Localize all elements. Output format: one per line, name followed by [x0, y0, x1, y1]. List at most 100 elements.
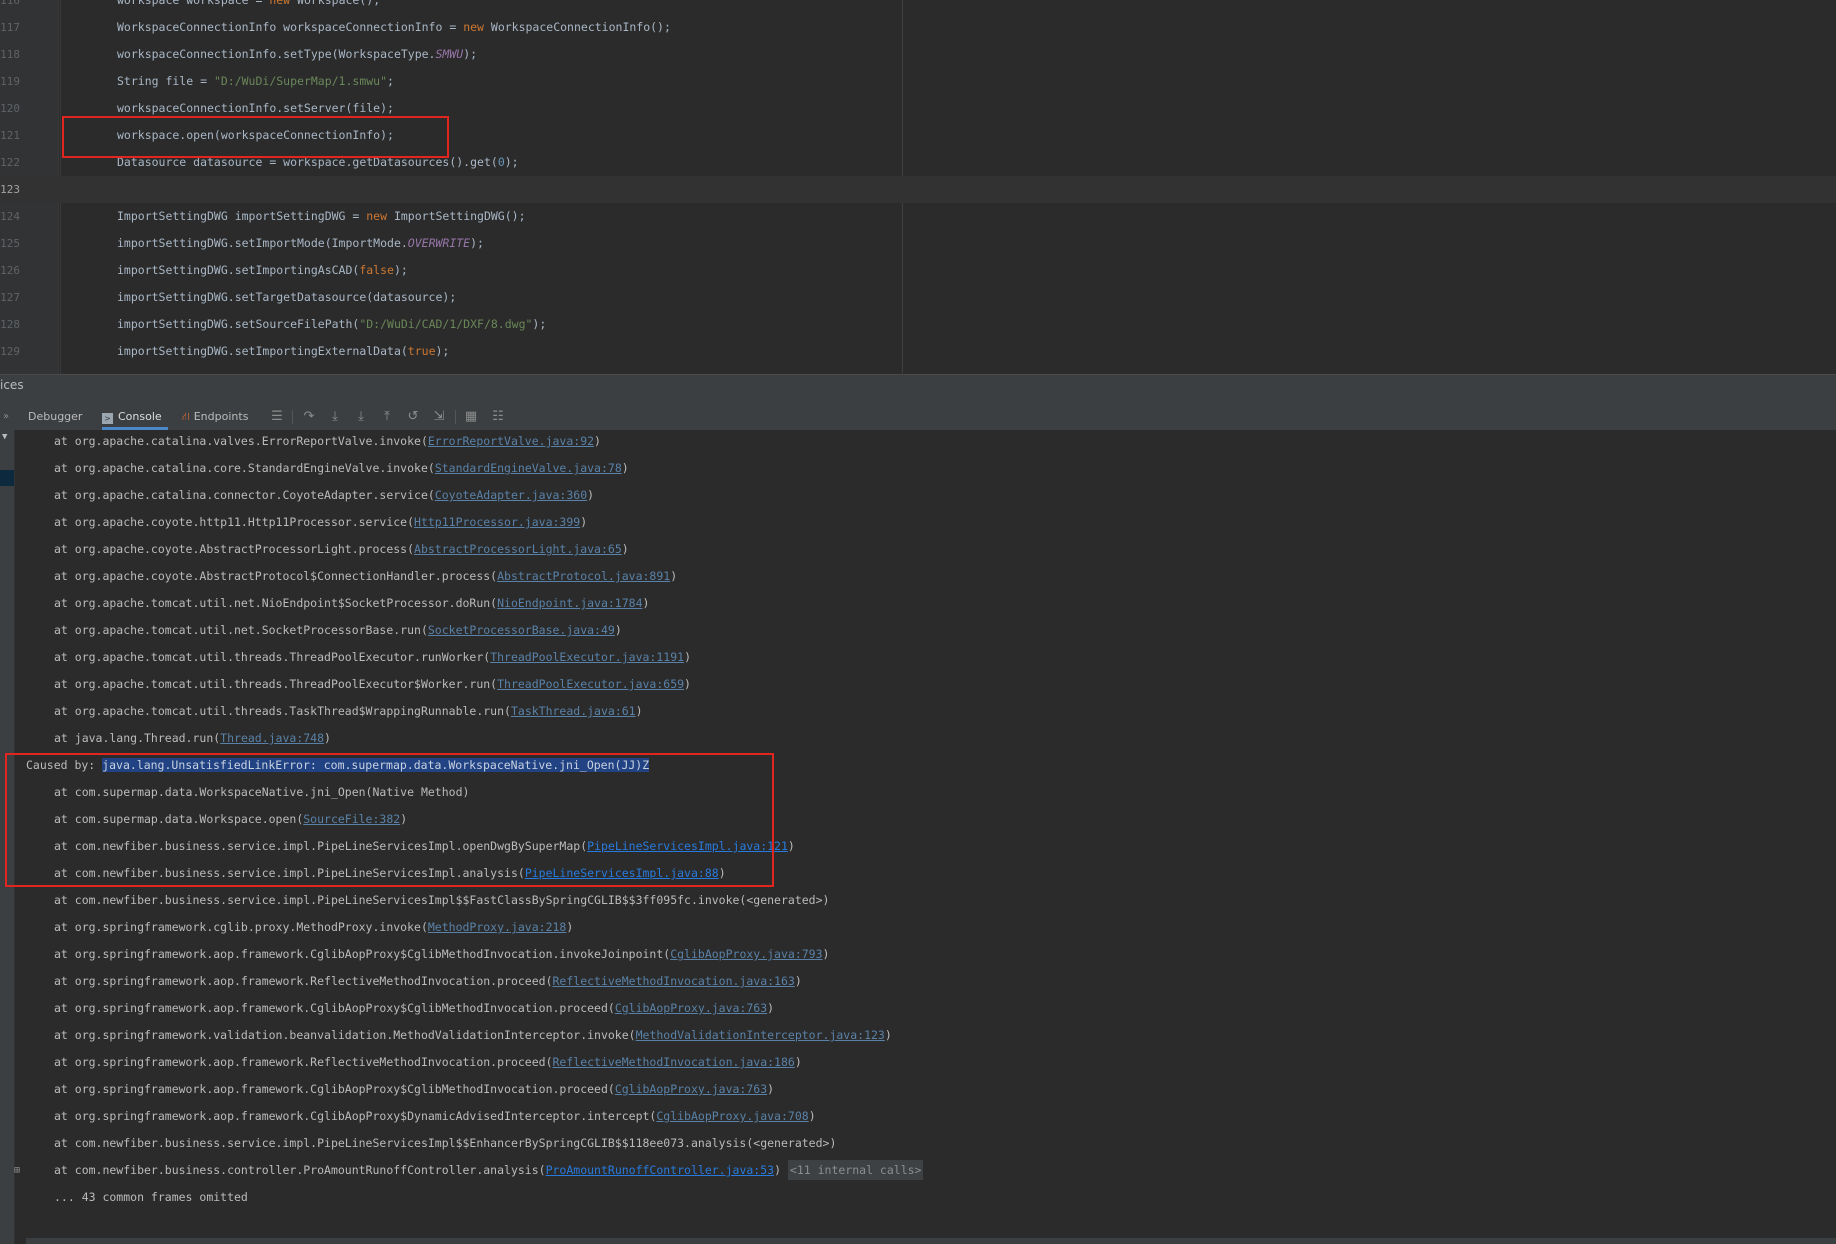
code-line[interactable]: 125 importSettingDWG.setImportMode(Import… — [0, 230, 1836, 257]
source-link[interactable]: ReflectiveMethodInvocation.java:163 — [553, 974, 795, 988]
drop-frame-icon[interactable]: ↺ — [405, 409, 421, 425]
line-number[interactable]: 122 — [0, 149, 20, 176]
code-line[interactable]: 119 String file = "D:/WuDi/SuperMap/1.smw… — [0, 68, 1836, 95]
source-link[interactable]: ThreadPoolExecutor.java:1191 — [490, 650, 684, 664]
line-number[interactable]: 129 — [0, 338, 20, 365]
console-line: at com.newfiber.business.service.impl.Pi… — [15, 887, 829, 914]
line-number[interactable]: 117 — [0, 14, 20, 41]
stack-frame-text: ) — [324, 731, 331, 745]
tab-endpoints[interactable]: ⛙ Endpoints — [182, 404, 248, 430]
stack-frame-text: ) — [822, 947, 830, 961]
console-line: at java.lang.Thread.run(Thread.java:748) — [15, 725, 331, 752]
step-over-icon[interactable]: ↷ — [301, 409, 317, 425]
stack-frame-text: at org.springframework.aop.framework.Cgl… — [54, 1109, 657, 1123]
source-link[interactable]: SocketProcessorBase.java:49 — [428, 623, 615, 637]
tab-endpoints-label: Endpoints — [193, 410, 249, 423]
stack-frame-text: at com.newfiber.business.service.impl.Pi… — [54, 893, 830, 907]
stack-frame-text: at org.apache.tomcat.util.threads.Thread… — [54, 650, 491, 664]
stack-frame-text: ) — [774, 1163, 788, 1177]
tab-debugger[interactable]: Debugger — [28, 404, 82, 430]
code-line[interactable]: 118 workspaceConnectionInfo.setType(Works… — [0, 41, 1836, 68]
line-number[interactable]: 127 — [0, 284, 20, 311]
source-link[interactable]: CglibAopProxy.java:708 — [656, 1109, 808, 1123]
stack-frame-text: at org.apache.tomcat.util.net.NioEndpoin… — [54, 596, 498, 610]
collapse-triangle-icon[interactable]: ▼ — [2, 432, 7, 442]
highlight-box-workspace-open — [62, 116, 449, 158]
source-link[interactable]: CoyoteAdapter.java:360 — [435, 488, 587, 502]
console-line: at org.springframework.validation.beanva… — [15, 1022, 892, 1049]
source-link[interactable]: MethodValidationInterceptor.java:123 — [636, 1028, 885, 1042]
trace-icon[interactable]: ☷ — [490, 409, 506, 425]
code-text: importSettingDWG.setImportingAsCAD(false… — [117, 263, 408, 277]
source-link[interactable]: ThreadPoolExecutor.java:659 — [497, 677, 684, 691]
stack-frame-text: at org.springframework.aop.framework.Ref… — [54, 974, 553, 988]
console-line: at org.springframework.aop.framework.Cgl… — [15, 941, 829, 968]
line-number[interactable]: 118 — [0, 41, 20, 68]
code-line[interactable]: 129 importSettingDWG.setImportingExternal… — [0, 338, 1836, 365]
services-tool-window-header[interactable]: ices — [0, 374, 1836, 398]
source-link[interactable]: ProAmountRunoffController.java:53 — [546, 1163, 774, 1177]
selected-marker — [0, 470, 14, 486]
source-link[interactable]: AbstractProcessorLight.java:65 — [414, 542, 622, 556]
line-number[interactable]: 119 — [0, 68, 20, 95]
source-link[interactable]: Http11Processor.java:399 — [414, 515, 580, 529]
source-link[interactable]: ErrorReportValve.java:92 — [428, 434, 594, 448]
console-icon: > — [102, 413, 113, 424]
line-number[interactable]: 128 — [0, 311, 20, 338]
line-number[interactable]: 124 — [0, 203, 20, 230]
evaluate-expression-icon[interactable]: ▦ — [463, 409, 479, 425]
code-text: importSettingDWG.setTargetDatasource(dat… — [117, 290, 457, 304]
line-number[interactable]: 121 — [0, 122, 20, 149]
horizontal-scrollbar[interactable] — [26, 1238, 1836, 1244]
console-line: at org.apache.catalina.valves.ErrorRepor… — [15, 428, 601, 455]
force-step-into-icon[interactable]: ⤓ — [353, 409, 369, 425]
line-number[interactable]: 116 — [0, 0, 20, 14]
line-number[interactable]: 126 — [0, 257, 20, 284]
code-line[interactable]: 128 importSettingDWG.setSourceFilePath("D… — [0, 311, 1836, 338]
stack-frame-text: ) — [594, 434, 601, 448]
line-number[interactable]: 120 — [0, 95, 20, 122]
stack-frame-text: ... 43 common frames omitted — [54, 1190, 248, 1204]
code-line[interactable]: 126 importSettingDWG.setImportingAsCAD(fa… — [0, 257, 1836, 284]
menu-icon[interactable]: ☰ — [269, 409, 285, 425]
stack-frame-text: ) — [621, 461, 629, 475]
source-link[interactable]: TaskThread.java:61 — [511, 704, 636, 718]
source-link[interactable]: CglibAopProxy.java:763 — [615, 1082, 767, 1096]
code-text: workspaceConnectionInfo.setType(Workspac… — [117, 47, 478, 61]
code-line[interactable]: 127 importSettingDWG.setTargetDatasource(… — [0, 284, 1836, 311]
expand-panel-icon[interactable]: » — [0, 409, 12, 425]
stack-frame-text: ) — [684, 650, 691, 664]
line-number[interactable]: 125 — [0, 230, 20, 257]
run-to-cursor-icon[interactable]: ⇲ — [431, 409, 447, 425]
code-text: importSettingDWG.setSourceFilePath("D:/W… — [117, 317, 547, 331]
expand-frames-icon[interactable]: ⊞ — [14, 1157, 20, 1184]
source-link[interactable]: ReflectiveMethodInvocation.java:186 — [553, 1055, 795, 1069]
code-line[interactable]: 123 — [0, 176, 1836, 203]
code-text: WorkspaceConnectionInfo workspaceConnect… — [117, 20, 671, 34]
internal-calls-badge[interactable]: <11 internal calls> — [787, 1160, 924, 1180]
code-text: importSettingDWG.setImportingExternalDat… — [117, 344, 450, 358]
step-into-icon[interactable]: ⤓ — [327, 409, 343, 425]
stack-frame-text: ) — [642, 596, 650, 610]
stack-frame-text: at org.springframework.aop.framework.Ref… — [54, 1055, 553, 1069]
source-link[interactable]: StandardEngineValve.java:78 — [435, 461, 622, 475]
source-link[interactable]: AbstractProtocol.java:891 — [497, 569, 670, 583]
source-link[interactable]: Thread.java:748 — [220, 731, 324, 745]
console-line: at org.springframework.aop.framework.Cgl… — [15, 1103, 816, 1130]
console-line: at org.apache.catalina.core.StandardEngi… — [15, 455, 629, 482]
stack-frame-text: ) — [566, 920, 574, 934]
step-out-icon[interactable]: ⤒ — [379, 409, 395, 425]
source-link[interactable]: CglibAopProxy.java:763 — [615, 1001, 767, 1015]
stack-frame-text: at java.lang.Thread.run( — [54, 731, 221, 745]
code-text: String file = "D:/WuDi/SuperMap/1.smwu"; — [117, 74, 394, 88]
code-line[interactable]: 116 workspace workspace = new Workspace()… — [0, 0, 1836, 14]
source-link[interactable]: NioEndpoint.java:1784 — [497, 596, 642, 610]
code-line[interactable]: 124 ImportSettingDWG importSettingDWG = n… — [0, 203, 1836, 230]
code-line[interactable]: 117 WorkspaceConnectionInfo workspaceConn… — [0, 14, 1836, 41]
tool-window-title: ices — [0, 378, 24, 392]
tab-console-label: Console — [118, 410, 162, 423]
source-link[interactable]: MethodProxy.java:218 — [428, 920, 566, 934]
code-editor[interactable]: 116 workspace workspace = new Workspace()… — [0, 0, 1836, 374]
source-link[interactable]: CglibAopProxy.java:793 — [670, 947, 822, 961]
line-number[interactable]: 123 — [0, 176, 20, 203]
